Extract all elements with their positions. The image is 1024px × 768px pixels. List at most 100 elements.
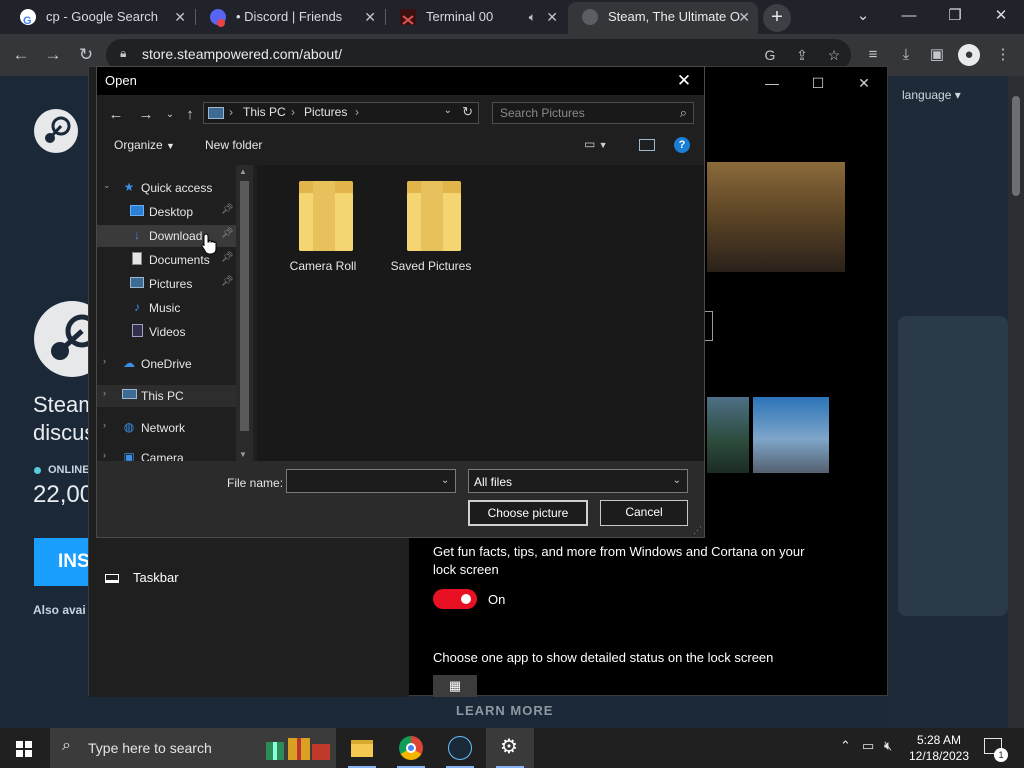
chevron-right-icon[interactable]: › xyxy=(103,388,106,398)
dialog-search-box[interactable]: Search Pictures ⌕ xyxy=(492,102,694,124)
view-options-icon[interactable]: ▭ ▼ xyxy=(584,137,608,151)
nav-network[interactable]: › ◍ Network xyxy=(97,417,236,439)
fun-facts-toggle[interactable] xyxy=(433,589,477,609)
folder-label: Saved Pictures xyxy=(390,259,472,273)
scroll-down-arrow-icon[interactable]: ▼ xyxy=(239,450,247,459)
taskbar-search-box[interactable]: ⌕ Type here to search xyxy=(50,728,336,768)
background-thumbnail-1[interactable] xyxy=(707,397,749,473)
nav-quick-access[interactable]: ⌄ ★ Quick access xyxy=(97,177,236,199)
start-button[interactable] xyxy=(0,728,48,768)
open-file-dialog: Open ✕ ← → ⌄ ↑ › This PC › Pictures › ⌄ … xyxy=(96,66,705,538)
dialog-address-bar[interactable]: › This PC › Pictures › ⌄ ↻ xyxy=(203,102,479,124)
nav-onedrive[interactable]: › ☁ OneDrive xyxy=(97,353,236,375)
bookmark-star-icon[interactable]: ☆ xyxy=(824,45,844,65)
choose-picture-button[interactable]: Choose picture xyxy=(468,500,588,526)
speaker-icon[interactable]: 🔈︎ xyxy=(529,2,536,32)
breadcrumb-chevron-icon[interactable]: › xyxy=(291,105,295,119)
back-arrow-icon[interactable]: ← xyxy=(8,42,34,68)
file-list-area[interactable]: Camera Roll Saved Pictures xyxy=(257,165,704,461)
tab-discord[interactable]: • Discord | Friends ✕ xyxy=(196,2,384,34)
side-panel-icon[interactable]: ▣ xyxy=(926,44,948,66)
nav-videos[interactable]: Videos xyxy=(97,321,236,343)
file-name-dropdown-icon[interactable]: ⌄ xyxy=(441,475,449,486)
close-icon[interactable]: ✕ xyxy=(174,2,186,32)
nav-this-pc[interactable]: › This PC xyxy=(97,385,236,407)
scrollbar-thumb[interactable] xyxy=(1012,96,1020,196)
tab-google-search[interactable]: G cp - Google Search ✕ xyxy=(6,2,194,34)
new-folder-button[interactable]: New folder xyxy=(205,138,262,152)
close-icon[interactable]: ✕ xyxy=(364,2,376,32)
settings-taskbar-icon[interactable]: ⚙ xyxy=(486,728,534,768)
help-icon[interactable]: ? xyxy=(674,137,690,153)
language-selector[interactable]: language ▾ xyxy=(902,88,961,102)
chrome-taskbar-icon[interactable] xyxy=(387,728,435,768)
scrollbar-thumb[interactable] xyxy=(240,181,249,431)
breadcrumb-chevron-icon[interactable]: › xyxy=(229,105,233,119)
navigation-scrollbar[interactable]: ▲ ▼ xyxy=(236,165,253,461)
calendar-app-icon[interactable]: ▦ xyxy=(433,675,477,697)
nav-label: This PC xyxy=(141,389,184,403)
nav-music[interactable]: ♪ Music xyxy=(97,297,236,319)
background-thumbnail-2[interactable] xyxy=(753,397,829,473)
chevron-right-icon[interactable]: › xyxy=(103,420,106,430)
breadcrumb-chevron-icon[interactable]: › xyxy=(355,105,359,119)
organize-button[interactable]: Organize ▼ xyxy=(114,138,175,152)
new-tab-button[interactable]: + xyxy=(763,4,791,32)
menu-kebab-icon[interactable]: ⋮ xyxy=(992,44,1014,66)
download-icon[interactable]: ⤓ xyxy=(895,44,917,66)
close-icon[interactable]: ✕ xyxy=(546,2,558,32)
page-scrollbar[interactable] xyxy=(1008,76,1024,728)
close-window-icon[interactable]: ✕ xyxy=(978,2,1024,32)
minimize-icon[interactable]: — xyxy=(886,2,932,32)
up-arrow-icon[interactable]: ↑ xyxy=(179,104,201,126)
steam-logo-icon[interactable] xyxy=(34,109,78,153)
tab-steam[interactable]: Steam, The Ultimate O ✕ xyxy=(568,2,758,34)
reading-list-icon[interactable]: ≡ xyxy=(862,44,884,66)
learn-more-link[interactable]: LEARN MORE xyxy=(456,703,553,718)
preview-pane-icon[interactable] xyxy=(639,139,655,151)
settings-nav-taskbar[interactable]: Taskbar xyxy=(105,570,179,585)
folder-saved-pictures[interactable]: Saved Pictures xyxy=(381,175,481,285)
reload-icon[interactable]: ↻ xyxy=(73,42,99,68)
search-icon: ⌕ xyxy=(679,105,687,120)
url-text: store.steampowered.com/about/ xyxy=(142,46,342,62)
settings-close-icon[interactable]: ✕ xyxy=(841,71,887,95)
file-explorer-taskbar-icon[interactable] xyxy=(338,728,386,768)
breadcrumb-pictures[interactable]: Pictures xyxy=(304,105,347,119)
breadcrumb-this-pc[interactable]: This PC xyxy=(243,105,286,119)
taskbar-clock[interactable]: 5:28 AM 12/18/2023 xyxy=(906,732,972,764)
steam-taskbar-icon[interactable] xyxy=(436,728,484,768)
nav-desktop[interactable]: Desktop 📌︎ xyxy=(97,201,236,223)
network-tray-icon[interactable]: ▭ xyxy=(862,738,874,754)
forward-arrow-icon[interactable]: → xyxy=(40,42,66,68)
nav-pictures[interactable]: Pictures 📌︎ xyxy=(97,273,236,295)
address-dropdown-icon[interactable]: ⌄ xyxy=(444,105,452,116)
settings-maximize-icon[interactable]: ☐ xyxy=(795,71,841,95)
volume-muted-icon[interactable]: 🔇︎ xyxy=(884,738,892,754)
folder-camera-roll[interactable]: Camera Roll xyxy=(273,175,373,285)
recent-locations-chevron-icon[interactable]: ⌄ xyxy=(159,104,181,126)
chevron-right-icon[interactable]: › xyxy=(103,356,106,366)
refresh-icon[interactable]: ↻ xyxy=(462,104,473,120)
dialog-back-arrow-icon[interactable]: ← xyxy=(105,104,127,126)
chevron-down-icon[interactable]: ⌄ xyxy=(103,180,111,191)
share-icon[interactable]: ⇪ xyxy=(792,45,812,65)
nav-camera[interactable]: › ▣ Camera xyxy=(97,447,236,461)
dialog-close-icon[interactable]: ✕ xyxy=(672,70,696,92)
resize-grip-icon[interactable]: ⋰ xyxy=(693,525,702,536)
scroll-up-arrow-icon[interactable]: ▲ xyxy=(239,167,247,176)
dialog-forward-arrow-icon[interactable]: → xyxy=(135,104,157,126)
restore-icon[interactable]: ❐ xyxy=(932,2,978,32)
file-name-input[interactable] xyxy=(286,469,456,493)
tray-overflow-chevron-icon[interactable]: ⌃ xyxy=(840,738,851,754)
close-icon[interactable]: ✕ xyxy=(738,2,750,32)
chevron-right-icon[interactable]: › xyxy=(103,450,106,460)
tab-terminal[interactable]: Terminal 00 🔈︎ ✕ xyxy=(386,2,566,34)
google-lens-icon[interactable]: G xyxy=(760,45,780,65)
cloud-icon: ☁ xyxy=(123,356,135,370)
cancel-button[interactable]: Cancel xyxy=(600,500,688,526)
settings-minimize-icon[interactable]: — xyxy=(749,71,795,95)
profile-avatar-icon[interactable]: ● xyxy=(958,44,980,66)
tab-search-chevron-icon[interactable]: ⌄ xyxy=(840,2,886,32)
file-type-select[interactable]: All files ⌄ xyxy=(468,469,688,493)
